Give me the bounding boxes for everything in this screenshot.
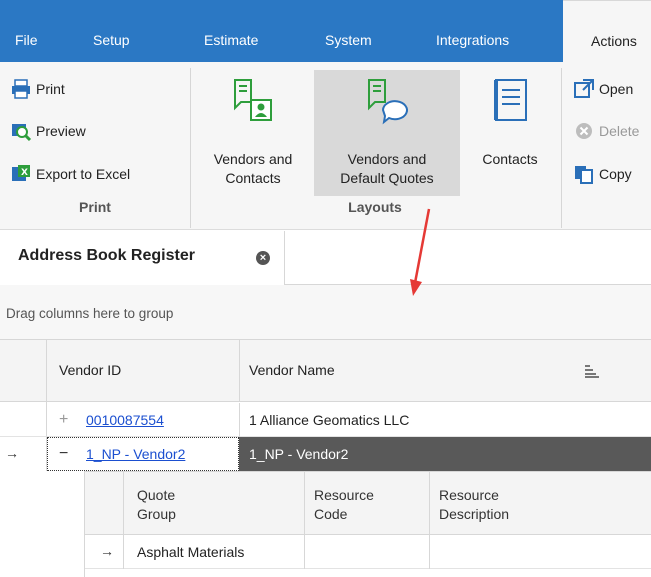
menu-actions[interactable]: Actions	[563, 0, 651, 62]
column-header-resource-code[interactable]: Resource Code	[314, 486, 374, 524]
vendor-name-cell: 1 Alliance Geomatics LLC	[249, 412, 410, 428]
menu-estimate[interactable]: Estimate	[204, 0, 258, 62]
column-divider	[123, 535, 124, 569]
menu-system[interactable]: System	[325, 0, 372, 62]
delete-button[interactable]: Delete	[573, 118, 639, 144]
grid-header: Vendor ID Vendor Name	[0, 340, 651, 402]
detail-grid-header: Quote Group Resource Code Resource Descr…	[85, 472, 651, 535]
open-external-icon	[573, 78, 595, 100]
vendors-and-default-quotes-layout-button[interactable]: Vendors and Default Quotes	[314, 70, 460, 196]
print-group-label: Print	[79, 199, 111, 215]
tab-title: Address Book Register	[18, 247, 195, 264]
column-divider	[239, 340, 240, 402]
table-row[interactable]: + 0010087554 1 Alliance Geomatics LLC	[0, 403, 651, 437]
column-divider	[429, 472, 430, 535]
menu-setup[interactable]: Setup	[93, 0, 130, 62]
column-divider	[239, 403, 240, 437]
export-to-excel-button[interactable]: X Export to Excel	[10, 161, 130, 187]
column-header-quote-group[interactable]: Quote Group	[137, 486, 176, 524]
ribbon-divider	[561, 68, 562, 228]
group-by-panel[interactable]: Drag columns here to group	[0, 285, 651, 340]
column-divider	[304, 535, 305, 569]
close-icon[interactable]: ×	[256, 251, 270, 265]
open-button[interactable]: Open	[573, 76, 633, 102]
group-panel-placeholder: Drag columns here to group	[6, 306, 174, 321]
svg-text:X: X	[21, 168, 28, 178]
detail-table-row[interactable]: → Asphalt Materials	[85, 535, 651, 569]
layouts-group-label: Layouts	[348, 199, 402, 215]
annotation-arrow-icon	[410, 208, 431, 296]
contacts-layout-button[interactable]: Contacts	[464, 70, 556, 196]
vendor-id-link[interactable]: 0010087554	[86, 412, 164, 428]
column-divider	[46, 340, 47, 402]
current-row-arrow-icon: →	[5, 445, 19, 461]
delete-icon	[573, 120, 595, 142]
menu-bar: File Setup Estimate System Integrations …	[0, 0, 651, 62]
column-header-resource-description[interactable]: Resource Description	[439, 486, 509, 524]
quote-group-cell: Asphalt Materials	[137, 544, 245, 560]
column-header-vendor-name[interactable]: Vendor Name	[249, 362, 335, 378]
table-row-selected[interactable]: → − 1_NP - Vendor2 1_NP - Vendor2	[0, 437, 651, 471]
copy-button[interactable]: Copy	[573, 161, 632, 187]
detail-grid: Quote Group Resource Code Resource Descr…	[84, 471, 651, 577]
excel-export-icon: X	[10, 163, 32, 185]
preview-button[interactable]: Preview	[10, 118, 86, 144]
ribbon: Print Preview X Export to Excel Print Ve…	[0, 62, 651, 230]
expand-row-icon[interactable]: +	[59, 412, 71, 428]
vendor-contacts-icon	[229, 76, 277, 128]
tab-address-book-register[interactable]: Address Book Register ×	[0, 231, 285, 285]
menu-file[interactable]: File	[15, 0, 38, 62]
contacts-list-icon	[486, 76, 534, 128]
print-button[interactable]: Print	[10, 76, 65, 102]
vendor-quotes-icon	[363, 76, 411, 128]
column-divider	[304, 472, 305, 535]
column-chooser-icon[interactable]	[585, 363, 599, 378]
vendor-name-cell: 1_NP - Vendor2	[249, 446, 349, 462]
copy-icon	[573, 163, 595, 185]
current-row-arrow-icon: →	[100, 543, 114, 559]
printer-icon	[10, 78, 32, 100]
column-divider	[123, 472, 124, 535]
preview-magnifier-icon	[10, 120, 32, 142]
column-header-vendor-id[interactable]: Vendor ID	[59, 362, 121, 378]
collapse-row-icon[interactable]: −	[59, 446, 71, 462]
vendors-and-contacts-layout-button[interactable]: Vendors and Contacts	[196, 70, 310, 196]
document-tab-strip: Address Book Register ×	[0, 231, 651, 285]
menu-integrations[interactable]: Integrations	[436, 0, 509, 62]
vendor-id-link[interactable]: 1_NP - Vendor2	[86, 446, 185, 462]
column-divider	[429, 535, 430, 569]
